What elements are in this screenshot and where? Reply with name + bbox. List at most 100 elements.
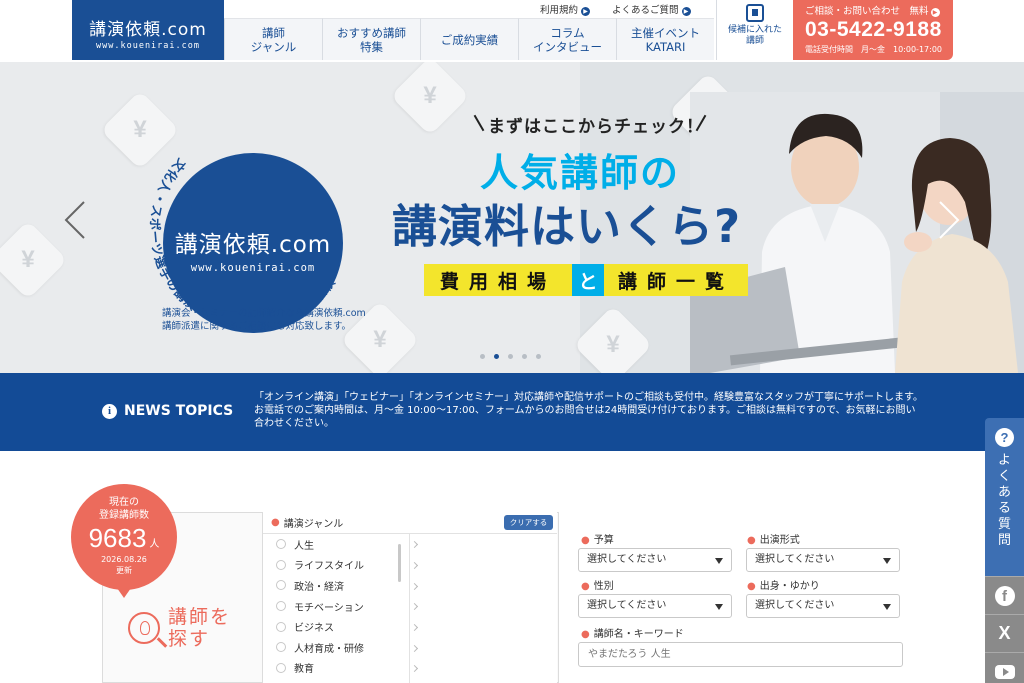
genre-option[interactable]: 教育 bbox=[263, 658, 409, 679]
hero-caption-line-1: 講演会・セミナーの講師紹介なら講演依頼.com bbox=[162, 308, 366, 319]
carousel-dot[interactable] bbox=[522, 354, 527, 359]
find-speaker-heading: 講師を 探す bbox=[128, 606, 231, 650]
youtube-button[interactable] bbox=[985, 652, 1024, 683]
chevron-right-icon bbox=[410, 540, 419, 549]
radio-icon[interactable] bbox=[276, 662, 286, 673]
news-topics-bar: i NEWS TOPICS 「オンライン講演」「ウェビナー」「オンラインセミナー… bbox=[0, 373, 1024, 451]
facebook-icon: f bbox=[994, 585, 1015, 606]
format-select[interactable]: 選択してください bbox=[746, 548, 900, 572]
chevron-right-icon bbox=[410, 602, 419, 611]
carousel-dot-active[interactable] bbox=[494, 354, 499, 359]
carousel-prev-arrow[interactable] bbox=[62, 200, 88, 240]
phone-number[interactable]: 03-5422-9188 bbox=[805, 18, 953, 42]
decor-slash bbox=[473, 114, 485, 132]
emblem-disc: 講演依頼.com www.kouenirai.com bbox=[163, 153, 343, 333]
budget-select[interactable]: 選択してください bbox=[578, 548, 732, 572]
required-mark: ● bbox=[581, 535, 590, 546]
genre-option[interactable]: 人材育成・研修 bbox=[263, 637, 409, 658]
contact-label: ご相談・お問い合わせ 無料 ▶ bbox=[805, 3, 953, 17]
x-button[interactable]: X bbox=[985, 614, 1024, 652]
contact-box[interactable]: ご相談・お問い合わせ 無料 ▶ 03-5422-9188 電話受付時間 月〜金 1… bbox=[793, 0, 953, 60]
radio-icon[interactable] bbox=[276, 642, 286, 653]
yen-icon: ¥ bbox=[21, 246, 35, 273]
hero-headline-1: 人気講師の bbox=[480, 151, 681, 195]
origin-label: ● 出身・ゆかり bbox=[747, 577, 820, 592]
hero-caption-line-2: 講師派遣に関するご相談にも対応致します。 bbox=[162, 321, 352, 332]
clear-button[interactable]: クリアする bbox=[504, 515, 553, 530]
speaker-count-badge: 現在の 登録講師数 9683 人 2026.08.26 更新 bbox=[71, 484, 177, 598]
genre-option-label: ライフスタイル bbox=[294, 561, 364, 573]
nav-speaker-genre[interactable]: 講師 ジャンル bbox=[224, 18, 322, 60]
genre-option-label: 教育 bbox=[294, 664, 314, 676]
hero-caption: 講演会・セミナーの講師紹介なら講演依頼.com 講師派遣に関するご相談にも対応致… bbox=[162, 307, 366, 333]
radio-icon[interactable] bbox=[276, 580, 286, 591]
radio-icon[interactable] bbox=[276, 559, 286, 570]
radio-icon[interactable] bbox=[276, 621, 286, 632]
site-header: 講演依頼.com www.kouenirai.com 利用規約 ▶ よくあるご質問… bbox=[0, 0, 1024, 62]
genre-option[interactable]: ライフスタイル bbox=[263, 555, 409, 576]
contact-label-text: ご相談・お問い合わせ 無料 bbox=[805, 6, 929, 17]
site-logo[interactable]: 講演依頼.com www.kouenirai.com bbox=[72, 0, 224, 60]
youtube-icon bbox=[994, 664, 1015, 679]
hero-tag-and: と bbox=[572, 264, 604, 296]
required-mark: ● bbox=[747, 581, 756, 592]
phone-hours: 電話受付時間 月〜金 10:00-17:00 bbox=[805, 45, 942, 54]
nav-column[interactable]: コラム インタビュー bbox=[518, 18, 616, 60]
genre-option[interactable]: 人生 bbox=[263, 534, 409, 555]
count-number: 9683 bbox=[88, 523, 147, 553]
format-label: ● 出演形式 bbox=[747, 531, 800, 546]
chevron-right-icon: ▶ bbox=[681, 7, 691, 16]
yen-icon: ¥ bbox=[606, 331, 620, 358]
search-person-icon bbox=[128, 612, 160, 644]
nav-recommended[interactable]: おすすめ講師 特集 bbox=[322, 18, 420, 60]
facebook-button[interactable]: f bbox=[985, 576, 1024, 614]
news-title-label: NEWS TOPICS bbox=[124, 403, 234, 419]
genre-header: ● 講演ジャンル クリアする bbox=[263, 512, 557, 534]
genre-option-label: ビジネス bbox=[294, 623, 334, 635]
radio-icon[interactable] bbox=[276, 539, 286, 550]
faq-link-label: よくあるご質問 bbox=[612, 5, 679, 16]
nav-events[interactable]: 主催イベント KATARI bbox=[616, 18, 714, 60]
logo-url: www.kouenirai.com bbox=[96, 41, 200, 51]
news-text[interactable]: 「オンライン講演」「ウェビナー」「オンラインセミナー」対応講師や配信サポートのご… bbox=[254, 391, 924, 430]
faq-tab[interactable]: ? よくある質問 bbox=[985, 418, 1024, 576]
favorites-button[interactable]: 候補に入れた講師 bbox=[716, 0, 793, 60]
budget-label-text: 予算 bbox=[593, 535, 614, 546]
news-title: i NEWS TOPICS bbox=[102, 403, 233, 419]
find-speaker-label: 講師を 探す bbox=[168, 606, 232, 650]
budget-label: ● 予算 bbox=[581, 531, 614, 546]
genre-subcategory-column bbox=[410, 534, 420, 683]
faq-link[interactable]: よくあるご質問 ▶ bbox=[612, 2, 691, 16]
genre-option[interactable]: ビジネス bbox=[263, 616, 409, 637]
count-date: 2026.08.26 bbox=[101, 555, 147, 564]
carousel-dots bbox=[480, 354, 541, 359]
genre-scrollbar[interactable] bbox=[398, 544, 401, 582]
gender-select[interactable]: 選択してください bbox=[578, 594, 732, 618]
genre-option-label: モチベーション bbox=[294, 602, 364, 614]
chevron-right-icon: ▶ bbox=[581, 7, 591, 16]
keyword-input[interactable] bbox=[578, 642, 903, 667]
genre-option-label: 人材育成・研修 bbox=[294, 643, 364, 655]
carousel-dot[interactable] bbox=[536, 354, 541, 359]
genre-label: 講演ジャンル bbox=[283, 519, 344, 530]
search-filters: ● 予算 選択してください ● 出演形式 選択してください ● 性別 選択してください… bbox=[558, 512, 922, 683]
hero-banner[interactable]: ¥ ¥ ¥ ¥ ¥ ¥ 文化人・スポーツ選手の講演・研修・イベント出演依頼 bbox=[0, 62, 1024, 373]
nav-results[interactable]: ご成約実績 bbox=[420, 18, 518, 60]
carousel-next-arrow[interactable] bbox=[936, 200, 962, 240]
terms-link-label: 利用規約 bbox=[540, 5, 579, 16]
yen-icon: ¥ bbox=[423, 82, 437, 109]
chevron-right-icon bbox=[410, 644, 419, 653]
carousel-dot[interactable] bbox=[508, 354, 513, 359]
terms-link[interactable]: 利用規約 ▶ bbox=[540, 2, 591, 16]
radio-icon[interactable] bbox=[276, 601, 286, 612]
origin-select[interactable]: 選択してください bbox=[746, 594, 900, 618]
x-icon: X bbox=[998, 623, 1011, 643]
carousel-dot[interactable] bbox=[480, 354, 485, 359]
genre-option[interactable]: モチベーション bbox=[263, 596, 409, 617]
genre-option[interactable]: 政治・経済 bbox=[263, 575, 409, 596]
chevron-right-icon bbox=[410, 582, 419, 591]
faq-tab-label: よくある質問 bbox=[997, 453, 1011, 548]
hero-headline-2: 講演料はいくら? bbox=[392, 200, 742, 253]
favorites-icon bbox=[746, 4, 764, 22]
main-nav: 講師 ジャンル おすすめ講師 特集 ご成約実績 コラム インタビュー 主催イベン… bbox=[224, 18, 714, 60]
